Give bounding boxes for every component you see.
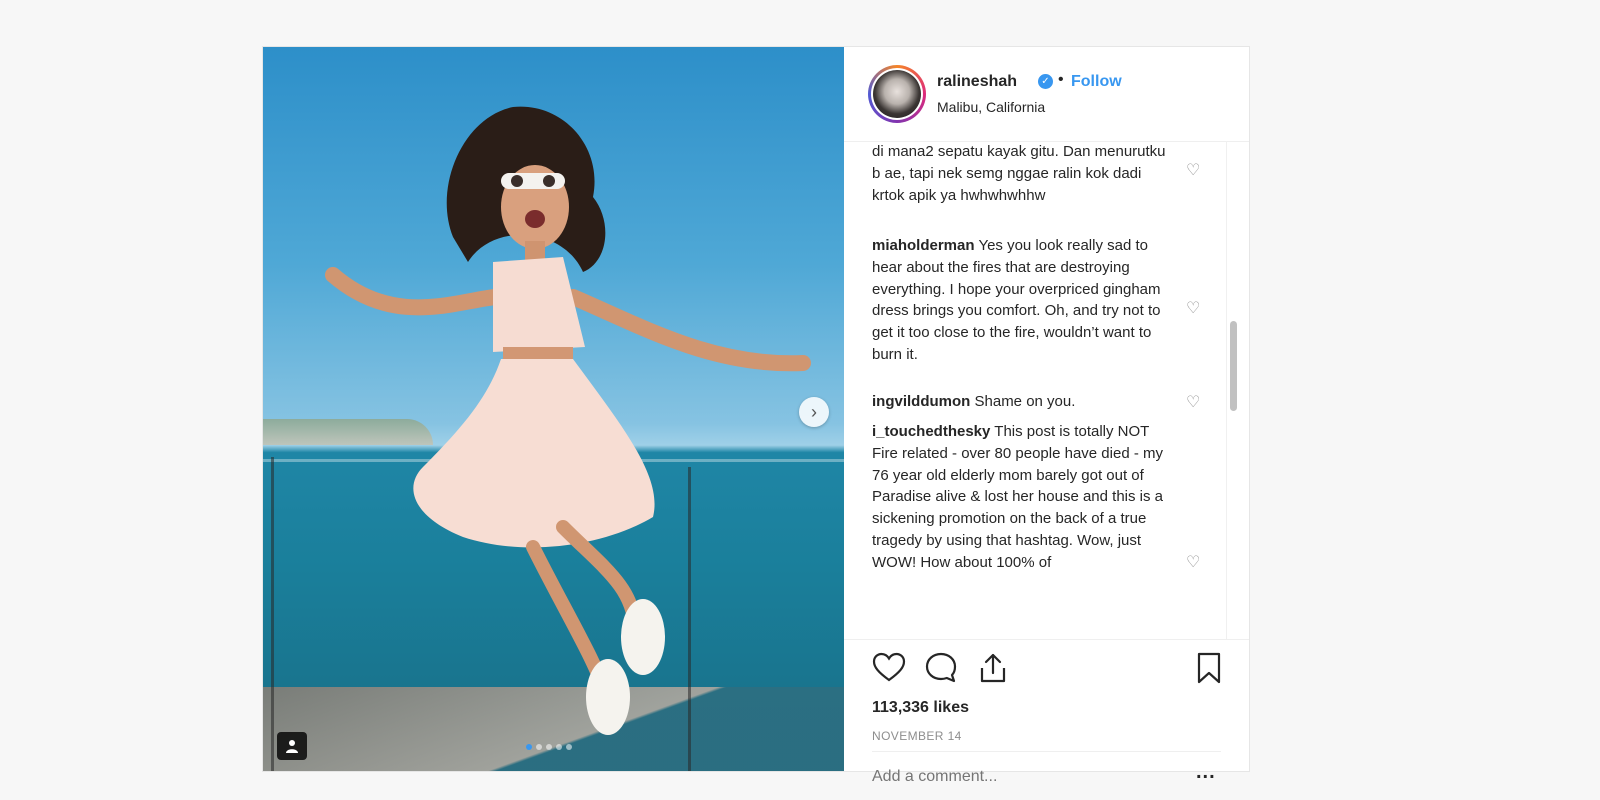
comment-item: i_touchedthesky This post is totally NOT… (872, 421, 1168, 574)
post-date[interactable]: NOVEMBER 14 (872, 729, 962, 743)
user-tag-button[interactable] (277, 732, 307, 760)
verified-badge-icon: ✓ (1038, 74, 1053, 89)
carousel-dot-active (526, 744, 532, 750)
comment-like-heart-icon[interactable]: ♡ (1186, 301, 1202, 317)
post-card: › ralineshah ✓ • Follow Malibu, Californ… (262, 46, 1250, 789)
comment-text: This post is totally NOT Fire related - … (872, 423, 1163, 571)
comment-text: Shame on you. (974, 393, 1076, 410)
likes-count[interactable]: 113,336 likes (872, 699, 969, 717)
action-bar (844, 639, 1249, 695)
username-link[interactable]: ralineshah (937, 73, 1017, 91)
carousel-dot (546, 744, 552, 750)
comment-username[interactable]: i_touchedthesky (872, 423, 990, 440)
add-comment-input[interactable] (872, 765, 1172, 789)
location-link[interactable]: Malibu, California (937, 99, 1045, 115)
carousel-dot (556, 744, 562, 750)
comment-username[interactable]: ingvilddumon (872, 393, 970, 410)
jumping-woman-photo (325, 106, 811, 735)
comment-like-heart-icon[interactable]: ♡ (1186, 163, 1202, 179)
divider (872, 751, 1221, 752)
avatar[interactable] (868, 65, 926, 123)
avatar-frame (871, 68, 923, 120)
user-tag-icon (286, 740, 298, 753)
comment-item: ingvilddumon Shame on you. (872, 391, 1168, 413)
post-header: ralineshah ✓ • Follow Malibu, California (844, 47, 1249, 142)
header-separator: • (1058, 71, 1064, 88)
heart-icon[interactable] (872, 651, 906, 685)
comment-icon[interactable] (924, 651, 958, 685)
comment-username[interactable]: miaholderman (872, 237, 975, 254)
comment-like-heart-icon[interactable]: ♡ (1186, 555, 1202, 571)
carousel-indicator (526, 744, 572, 750)
post-sidebar: ralineshah ✓ • Follow Malibu, California… (844, 47, 1249, 789)
comment-text: Yes you look really sad to hear about th… (872, 237, 1161, 363)
comment-like-heart-icon[interactable]: ♡ (1186, 395, 1202, 411)
post-image[interactable]: › (263, 47, 844, 771)
comments-scrollbar[interactable] (1226, 141, 1239, 639)
follow-button[interactable]: Follow (1071, 73, 1122, 91)
share-icon[interactable] (976, 651, 1010, 685)
chevron-right-icon: › (811, 401, 817, 422)
comment-text: di mana2 sepatu kayak gitu. Dan menurutk… (872, 143, 1166, 204)
comment-item: di mana2 sepatu kayak gitu. Dan menurutk… (872, 141, 1168, 206)
carousel-next-button[interactable]: › (799, 397, 829, 427)
bookmark-icon[interactable] (1192, 651, 1226, 685)
scrollbar-thumb[interactable] (1230, 321, 1237, 411)
carousel-dot (536, 744, 542, 750)
comment-item: miaholderman Yes you look really sad to … (872, 235, 1168, 366)
avatar-photo (873, 70, 921, 118)
comments-list[interactable]: di mana2 sepatu kayak gitu. Dan menurutk… (844, 141, 1249, 640)
carousel-dot (566, 744, 572, 750)
more-options-button[interactable]: ... (1196, 761, 1216, 784)
